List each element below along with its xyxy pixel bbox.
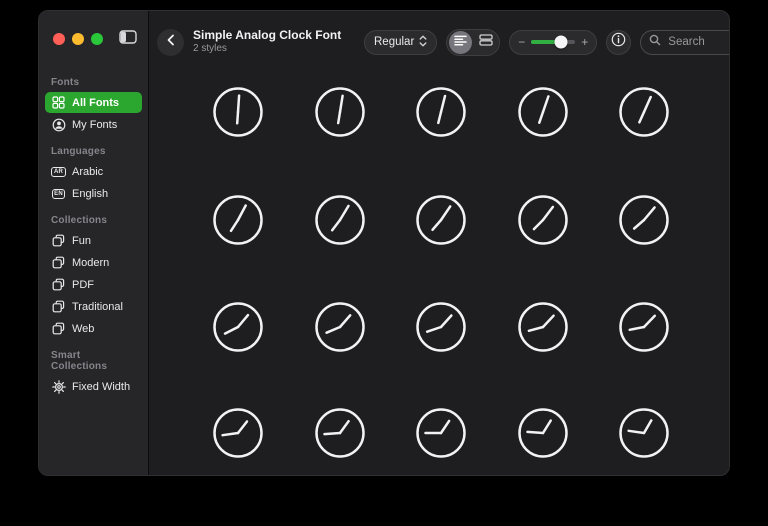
- clock-glyph-3[interactable]: [413, 84, 469, 140]
- clock-glyph-13[interactable]: [413, 299, 469, 355]
- main-pane: Simple Analog Clock Font 2 styles Regula…: [149, 11, 730, 475]
- section-header-languages: Languages: [39, 136, 148, 160]
- sidebar-item-arabic[interactable]: AR Arabic: [45, 161, 142, 182]
- style-picker-value: Regular: [374, 36, 414, 48]
- clock-glyph-6[interactable]: [210, 192, 266, 248]
- title-block: Simple Analog Clock Font 2 styles: [193, 28, 355, 56]
- decrease-size-button[interactable]: −: [518, 36, 525, 48]
- sidebar-item-traditional[interactable]: Traditional: [45, 296, 142, 317]
- sidebar-item-label: Fixed Width: [72, 381, 130, 393]
- search-field[interactable]: [640, 30, 730, 55]
- traffic-lights: [53, 33, 103, 45]
- clock-glyph-5[interactable]: [616, 84, 672, 140]
- sidebar-item-label: English: [72, 188, 108, 200]
- clock-glyph-15[interactable]: [616, 299, 672, 355]
- chevron-up-down-icon: [419, 35, 427, 50]
- section-header-smart-collections: Smart Collections: [39, 340, 148, 375]
- clock-glyph-11[interactable]: [210, 299, 266, 355]
- sidebar-item-pdf[interactable]: PDF: [45, 274, 142, 295]
- back-button[interactable]: [157, 29, 184, 56]
- clock-glyph-4[interactable]: [515, 84, 571, 140]
- font-book-window: Fonts All Fonts My Fonts Languages AR Arabic E…: [38, 10, 730, 476]
- stacked-rows-icon: [479, 33, 493, 51]
- sidebar: Fonts All Fonts My Fonts Languages AR Arabic E…: [39, 11, 149, 475]
- sidebar-item-modern[interactable]: Modern: [45, 252, 142, 273]
- sidebar-item-fun[interactable]: Fun: [45, 230, 142, 251]
- toolbar: Simple Analog Clock Font 2 styles Regula…: [149, 11, 730, 73]
- sidebar-item-label: My Fonts: [72, 119, 117, 131]
- gear-icon: [51, 379, 66, 394]
- sidebar-sections: Fonts All Fonts My Fonts Languages AR Arabic E…: [39, 67, 148, 398]
- size-slider-group: − +: [509, 30, 597, 55]
- section-header-fonts: Fonts: [39, 67, 148, 91]
- clock-glyph-18[interactable]: [413, 405, 469, 461]
- info-button[interactable]: [606, 30, 631, 55]
- clock-glyph-10[interactable]: [616, 192, 672, 248]
- sidebar-item-label: PDF: [72, 279, 94, 291]
- person-icon: [51, 117, 66, 132]
- sidebar-item-all-fonts[interactable]: All Fonts: [45, 92, 142, 113]
- increase-size-button[interactable]: +: [581, 36, 588, 48]
- clock-glyph-14[interactable]: [515, 299, 571, 355]
- font-subtitle: 2 styles: [193, 43, 355, 56]
- language-badge-icon: EN: [51, 186, 66, 201]
- stacked-rows-view-button[interactable]: [474, 31, 497, 54]
- text-lines-icon: [454, 33, 467, 51]
- clock-glyph-9[interactable]: [515, 192, 571, 248]
- chevron-left-icon: [166, 33, 176, 51]
- zoom-button[interactable]: [91, 33, 103, 45]
- sidebar-item-label: Modern: [72, 257, 109, 269]
- glyph-grid: [149, 73, 730, 475]
- clock-glyph-16[interactable]: [210, 405, 266, 461]
- collection-icon: [51, 255, 66, 270]
- clock-glyph-19[interactable]: [515, 405, 571, 461]
- sidebar-item-label: Web: [72, 323, 94, 335]
- search-input[interactable]: [666, 35, 730, 49]
- close-button[interactable]: [53, 33, 65, 45]
- sidebar-toggle-icon: [119, 30, 137, 49]
- collection-icon: [51, 299, 66, 314]
- clock-glyph-17[interactable]: [312, 405, 368, 461]
- info-icon: [611, 32, 626, 52]
- grid-icon: [51, 95, 66, 110]
- sidebar-item-label: Fun: [72, 235, 91, 247]
- language-badge-icon: AR: [51, 164, 66, 179]
- sidebar-item-label: Traditional: [72, 301, 123, 313]
- clock-glyph-8[interactable]: [413, 192, 469, 248]
- style-picker[interactable]: Regular: [364, 30, 437, 55]
- search-icon: [649, 33, 661, 51]
- sidebar-item-label: All Fonts: [72, 97, 119, 109]
- clock-glyph-1[interactable]: [210, 84, 266, 140]
- minimize-button[interactable]: [72, 33, 84, 45]
- collection-icon: [51, 233, 66, 248]
- sample-text-view-button[interactable]: [449, 31, 472, 54]
- badge-label: AR: [51, 167, 65, 177]
- sidebar-item-my-fonts[interactable]: My Fonts: [45, 114, 142, 135]
- font-title: Simple Analog Clock Font: [193, 28, 355, 43]
- size-slider[interactable]: [531, 40, 575, 44]
- view-mode-segmented-control: [446, 29, 500, 56]
- slider-thumb[interactable]: [555, 36, 568, 49]
- collection-icon: [51, 321, 66, 336]
- collection-icon: [51, 277, 66, 292]
- clock-glyph-12[interactable]: [312, 299, 368, 355]
- clock-glyph-2[interactable]: [312, 84, 368, 140]
- sidebar-toggle-button[interactable]: [118, 30, 138, 48]
- sidebar-item-english[interactable]: EN English: [45, 183, 142, 204]
- sidebar-item-web[interactable]: Web: [45, 318, 142, 339]
- section-header-collections: Collections: [39, 205, 148, 229]
- sidebar-titlebar: [39, 11, 148, 67]
- sidebar-item-fixed-width[interactable]: Fixed Width: [45, 376, 142, 397]
- sidebar-item-label: Arabic: [72, 166, 103, 178]
- badge-label: EN: [52, 189, 66, 199]
- clock-glyph-20[interactable]: [616, 405, 672, 461]
- clock-glyph-7[interactable]: [312, 192, 368, 248]
